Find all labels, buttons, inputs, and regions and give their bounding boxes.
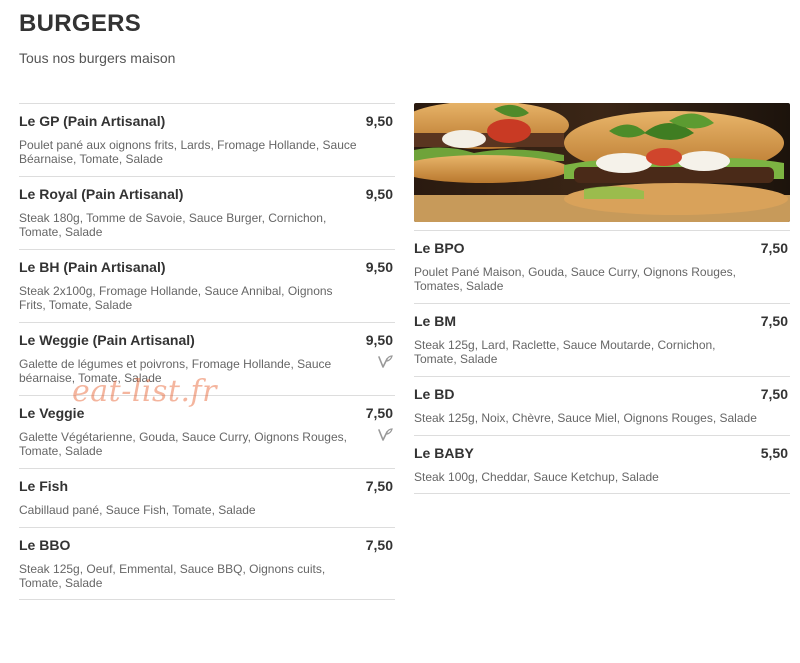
menu-item[interactable]: Le BD 7,50 Steak 125g, Noix, Chèvre, Sau… (414, 376, 790, 435)
item-name: Le GP (Pain Artisanal) (19, 113, 166, 129)
menu-item[interactable]: Le BH (Pain Artisanal) 9,50 Steak 2x100g… (19, 249, 395, 322)
item-name: Le Fish (19, 478, 69, 494)
item-name: Le BABY (414, 445, 474, 461)
menu-column-right: Le BPO 7,50 Poulet Pané Maison, Gouda, S… (414, 103, 790, 494)
item-price: 9,50 (365, 186, 393, 202)
item-price: 7,50 (760, 313, 788, 329)
menu-item[interactable]: Le BABY 5,50 Steak 100g, Cheddar, Sauce … (414, 435, 790, 494)
item-price: 5,50 (760, 445, 788, 461)
item-price: 9,50 (365, 332, 393, 348)
menu-item[interactable]: Le Fish 7,50 Cabillaud pané, Sauce Fish,… (19, 468, 395, 527)
item-name: Le Royal (Pain Artisanal) (19, 186, 184, 202)
menu-item[interactable]: Le Royal (Pain Artisanal) 9,50 Steak 180… (19, 176, 395, 249)
item-description: Galette Végétarienne, Gouda, Sauce Curry… (19, 430, 347, 458)
item-description: Poulet pané aux oignons frits, Lards, Fr… (19, 138, 357, 166)
page-subtitle: Tous nos burgers maison (19, 50, 176, 66)
menu-item[interactable]: Le GP (Pain Artisanal) 9,50 Poulet pané … (19, 103, 395, 176)
item-name: Le BM (414, 313, 456, 329)
page-title: BURGERS (19, 10, 142, 37)
vegetarian-icon (378, 355, 393, 368)
item-name: Le Weggie (Pain Artisanal) (19, 332, 195, 348)
item-price: 9,50 (365, 259, 393, 275)
vegetarian-icon (378, 428, 393, 441)
item-price: 7,50 (760, 386, 788, 402)
menu-item[interactable]: Le BPO 7,50 Poulet Pané Maison, Gouda, S… (414, 230, 790, 303)
burger-photo (414, 103, 790, 222)
menu-item[interactable]: Le BBO 7,50 Steak 125g, Oeuf, Emmental, … (19, 527, 395, 600)
item-name: Le BD (414, 386, 455, 402)
menu-item[interactable]: Le BM 7,50 Steak 125g, Lard, Raclette, S… (414, 303, 790, 376)
item-name: Le BH (Pain Artisanal) (19, 259, 166, 275)
item-description: Steak 100g, Cheddar, Sauce Ketchup, Sala… (414, 470, 659, 484)
menu-column-left: Le GP (Pain Artisanal) 9,50 Poulet pané … (19, 103, 395, 600)
item-description: Steak 180g, Tomme de Savoie, Sauce Burge… (19, 211, 327, 239)
item-description: Steak 125g, Noix, Chèvre, Sauce Miel, Oi… (414, 411, 757, 425)
item-price: 7,50 (365, 537, 393, 553)
item-description: Steak 125g, Lard, Raclette, Sauce Moutar… (414, 338, 716, 366)
item-description: Cabillaud pané, Sauce Fish, Tomate, Sala… (19, 503, 256, 517)
item-price: 9,50 (365, 113, 393, 129)
item-price: 7,50 (365, 478, 393, 494)
item-description: Steak 125g, Oeuf, Emmental, Sauce BBQ, O… (19, 562, 326, 590)
item-name: Le BPO (414, 240, 465, 256)
item-price: 7,50 (760, 240, 788, 256)
item-description: Poulet Pané Maison, Gouda, Sauce Curry, … (414, 265, 736, 293)
item-name: Le BBO (19, 537, 71, 553)
watermark: eat-list.fr (72, 374, 217, 409)
item-description: Steak 2x100g, Fromage Hollande, Sauce An… (19, 284, 333, 312)
item-price: 7,50 (365, 405, 393, 421)
